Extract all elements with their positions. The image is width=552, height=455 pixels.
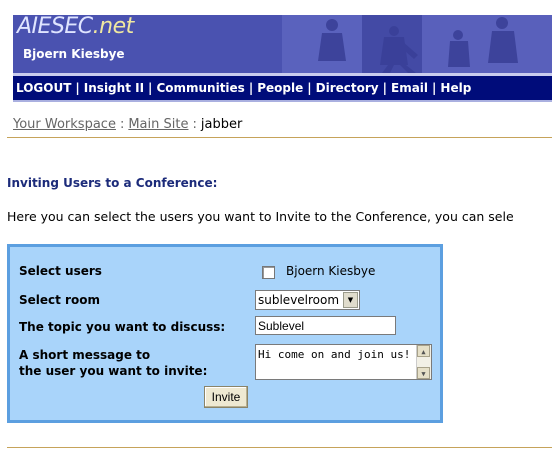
nav-separator: |	[75, 81, 80, 95]
breadcrumb-main-site-link[interactable]: Main Site	[128, 117, 188, 132]
message-label-line2: the user you want to invite:	[19, 364, 208, 378]
footer-divider	[7, 447, 552, 448]
breadcrumb-separator: :	[192, 117, 197, 132]
invite-button[interactable]: Invite	[204, 386, 248, 408]
room-select[interactable]: sublevelroom ▼	[255, 290, 360, 310]
section-divider	[7, 137, 552, 138]
nav-insight-link[interactable]: Insight II	[84, 81, 144, 95]
nav-separator: |	[382, 81, 387, 95]
invite-form-panel: Select users Bjoern Kiesbye Select room …	[7, 244, 443, 423]
topic-label: The topic you want to discuss:	[19, 320, 226, 334]
site-banner: AIESEC.net Bjoern Kiesbye	[13, 15, 552, 73]
breadcrumb: Your Workspace: Main Site: jabber	[13, 117, 242, 132]
aiesec-logo[interactable]: AIESEC.net	[17, 15, 134, 39]
banner-figures-graphic	[222, 15, 552, 73]
breadcrumb-current: jabber	[200, 117, 243, 132]
select-users-label: Select users	[19, 264, 102, 278]
breadcrumb-separator: :	[119, 117, 125, 132]
nav-separator: |	[307, 81, 312, 95]
topic-input[interactable]: Sublevel	[255, 316, 396, 335]
nav-directory-link[interactable]: Directory	[316, 81, 379, 95]
select-room-label: Select room	[19, 293, 100, 307]
brand-suffix: .net	[92, 15, 135, 39]
breadcrumb-workspace-link[interactable]: Your Workspace	[13, 117, 116, 132]
message-label-line1: A short message to	[19, 348, 151, 362]
main-navigation-bar: LOGOUT | Insight II | Communities | People | Dir…	[13, 76, 552, 102]
page-title: Inviting Users to a Conference:	[7, 176, 218, 190]
nav-separator: |	[248, 81, 254, 95]
intro-text: Here you can select the users you want t…	[7, 209, 514, 224]
message-textarea[interactable]: Hi come on and join us! ▲ ▼	[255, 344, 432, 380]
nav-separator: |	[148, 81, 153, 95]
nav-communities-link[interactable]: Communities	[156, 81, 244, 95]
brand-main: AIESEC	[17, 15, 93, 39]
scroll-down-icon[interactable]: ▼	[417, 367, 430, 379]
nav-logout-link[interactable]: LOGOUT	[16, 81, 71, 95]
room-select-value: sublevelroom	[258, 293, 340, 307]
nav-separator: |	[432, 81, 437, 95]
nav-people-link[interactable]: People	[257, 81, 303, 95]
nav-help-link[interactable]: Help	[440, 81, 471, 95]
message-text: Hi come on and join us!	[258, 348, 411, 361]
logged-in-user-name: Bjoern Kiesbye	[23, 47, 125, 61]
nav-email-link[interactable]: Email	[391, 81, 428, 95]
user-checkbox-label[interactable]: Bjoern Kiesbye	[286, 264, 375, 278]
user-checkbox[interactable]	[262, 266, 275, 279]
message-scrollbar[interactable]: ▲ ▼	[416, 345, 431, 379]
scroll-up-icon[interactable]: ▲	[417, 345, 430, 357]
chevron-down-icon[interactable]: ▼	[343, 292, 358, 308]
